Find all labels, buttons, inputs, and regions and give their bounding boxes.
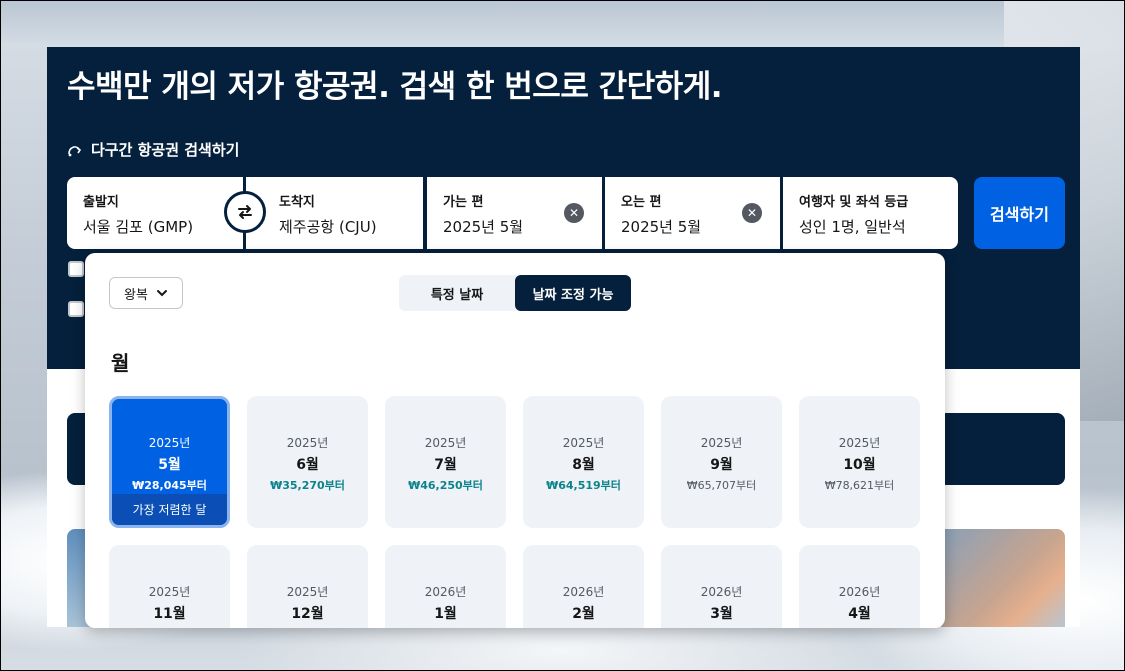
swap-icon <box>238 205 252 219</box>
month-year: 2025년 <box>148 585 191 599</box>
month-name: 7월 <box>434 457 457 473</box>
clear-depart-icon[interactable]: ✕ <box>564 203 584 223</box>
travellers-label: 여행자 및 좌석 등급 <box>799 195 909 210</box>
month-option[interactable]: 2025년 9월 ₩65,707부터 <box>661 396 782 528</box>
origin-value: 서울 김포 (GMP) <box>83 218 194 236</box>
destination-label: 도착지 <box>279 195 315 210</box>
month-option[interactable]: 2026년 2월 <box>523 545 644 628</box>
destination-image-right <box>941 529 1065 627</box>
search-button[interactable]: 검색하기 <box>974 177 1065 249</box>
trip-type-value: 왕복 <box>124 287 148 303</box>
month-option[interactable]: 2025년 7월 ₩46,250부터 <box>385 396 506 528</box>
month-year: 2025년 <box>286 436 329 450</box>
month-name: 1월 <box>434 606 457 622</box>
date-picker-popover: 왕복 특정 날짜 날짜 조정 가능 월 2025년 5월 ₩28,045부터가장 저… <box>85 253 945 628</box>
month-option[interactable]: 2025년 10월 ₩78,621부터 <box>799 396 920 528</box>
month-year: 2025년 <box>286 585 329 599</box>
month-name: 6월 <box>296 457 319 473</box>
month-name: 2월 <box>572 606 595 622</box>
month-year: 2026년 <box>562 585 605 599</box>
page-title: 수백만 개의 저가 항공권. 검색 한 번으로 간단하게. <box>67 69 723 105</box>
month-price: ₩46,250부터 <box>408 479 483 492</box>
month-price: ₩64,519부터 <box>546 479 621 492</box>
chevron-down-icon <box>156 290 167 297</box>
month-price: ₩28,045부터 <box>132 479 207 492</box>
return-value: 2025년 5월 <box>621 218 702 236</box>
month-option[interactable]: 2025년 5월 ₩28,045부터가장 저렴한 달 <box>109 396 230 528</box>
month-price: ₩78,621부터 <box>824 479 895 492</box>
month-year: 2026년 <box>424 585 467 599</box>
multi-city-icon <box>68 145 82 156</box>
option-checkbox-2[interactable] <box>68 301 84 317</box>
month-year: 2026년 <box>700 585 743 599</box>
multi-city-label: 다구간 항공권 검색하기 <box>91 141 240 159</box>
trip-type-select[interactable]: 왕복 <box>109 277 183 309</box>
month-name: 4월 <box>848 606 871 622</box>
destination-value: 제주공항 (CJU) <box>279 218 377 236</box>
month-name: 5월 <box>158 457 181 473</box>
month-option[interactable]: 2025년 11월 <box>109 545 230 628</box>
month-year: 2025년 <box>424 436 467 450</box>
months-section-title: 월 <box>111 351 130 375</box>
month-price: ₩35,270부터 <box>270 479 345 492</box>
month-year: 2026년 <box>838 585 881 599</box>
month-option[interactable]: 2025년 8월 ₩64,519부터 <box>523 396 644 528</box>
origin-field[interactable]: 출발지 서울 김포 (GMP) <box>67 177 243 249</box>
sky-background <box>1 1 1124 47</box>
month-option[interactable]: 2026년 1월 <box>385 545 506 628</box>
month-year: 2025년 <box>148 436 191 450</box>
option-checkbox-1[interactable] <box>68 261 84 277</box>
month-name: 3월 <box>710 606 733 622</box>
origin-label: 출발지 <box>83 195 119 210</box>
tab-specific-dates[interactable]: 특정 날짜 <box>399 275 515 311</box>
month-name: 11월 <box>153 606 186 622</box>
month-option[interactable]: 2026년 3월 <box>661 545 782 628</box>
month-year: 2025년 <box>700 436 743 450</box>
destination-field[interactable]: 도착지 제주공항 (CJU) <box>246 177 423 249</box>
month-name: 8월 <box>572 457 595 473</box>
month-year: 2025년 <box>562 436 605 450</box>
multi-city-link[interactable]: 다구간 항공권 검색하기 <box>67 139 239 160</box>
cheapest-month-badge: 가장 저렴한 달 <box>112 494 227 525</box>
travellers-field[interactable]: 여행자 및 좌석 등급 성인 1명, 일반석 <box>783 177 958 249</box>
month-name: 12월 <box>291 606 324 622</box>
month-price: ₩65,707부터 <box>686 479 757 492</box>
month-option[interactable]: 2025년 6월 ₩35,270부터 <box>247 396 368 528</box>
month-option[interactable]: 2026년 4월 <box>799 545 920 628</box>
month-name: 10월 <box>843 457 876 473</box>
depart-value: 2025년 5월 <box>443 218 524 236</box>
month-option[interactable]: 2025년 12월 <box>247 545 368 628</box>
date-mode-toggle: 특정 날짜 날짜 조정 가능 <box>399 275 631 311</box>
month-year: 2025년 <box>838 436 881 450</box>
month-name: 9월 <box>710 457 733 473</box>
tab-flexible-dates[interactable]: 날짜 조정 가능 <box>515 275 631 311</box>
swap-airports-button[interactable] <box>224 191 266 233</box>
month-grid: 2025년 5월 ₩28,045부터가장 저렴한 달 2025년 6월 ₩35,270부터… <box>109 396 923 628</box>
page-background: 수백만 개의 저가 항공권. 검색 한 번으로 간단하게. 다구간 항공권 검색… <box>0 0 1125 671</box>
travellers-value: 성인 1명, 일반석 <box>799 218 906 236</box>
clear-return-icon[interactable]: ✕ <box>742 203 762 223</box>
